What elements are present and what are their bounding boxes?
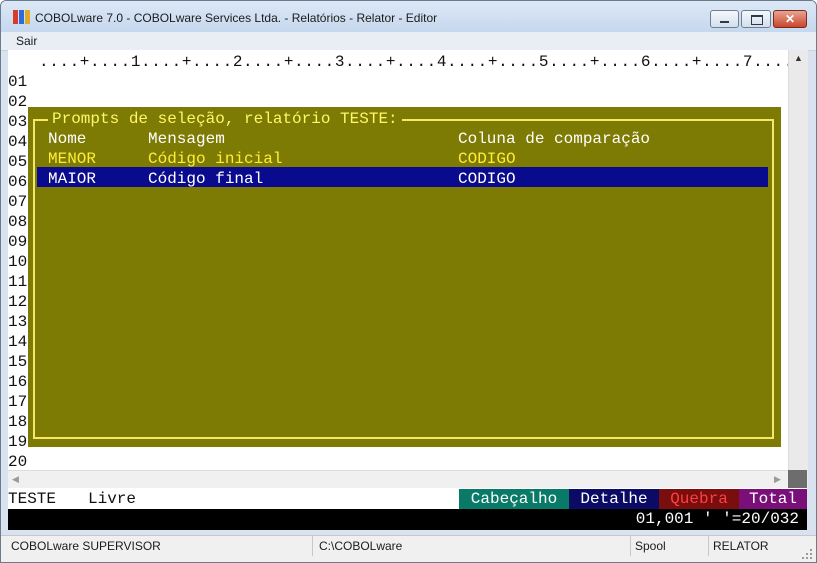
row-column: CODIGO — [458, 170, 516, 188]
status-user: COBOLware SUPERVISOR — [7, 536, 313, 556]
scroll-left-arrow-icon[interactable]: ◀ — [12, 474, 19, 485]
maximize-button[interactable] — [741, 10, 771, 28]
column-header-nome: Nome — [48, 130, 87, 148]
line-number: 14 — [8, 333, 28, 351]
line-number: 06 — [8, 173, 28, 191]
status-path: C:\COBOLware — [315, 536, 631, 556]
status-program: RELATOR — [713, 539, 769, 553]
line-number: 11 — [8, 273, 28, 291]
minimize-icon — [720, 21, 729, 23]
horizontal-scrollbar[interactable]: ◀ ▶ — [8, 470, 788, 489]
close-icon: ✕ — [784, 12, 796, 26]
line-number: 04 — [8, 133, 28, 151]
status-bar: COBOLware SUPERVISOR C:\COBOLware Spool … — [1, 535, 816, 562]
column-header-mensagem: Mensagem — [148, 130, 225, 148]
row-name: MAIOR — [48, 170, 97, 188]
row-message: Código final — [148, 170, 264, 188]
tab-detalhe[interactable]: Detalhe — [569, 489, 659, 509]
tab-cabecalho[interactable]: Cabeçalho — [459, 489, 569, 509]
row-name: MENOR — [48, 150, 97, 168]
editor-status-line: TESTE Livre Cabeçalho Detalhe Quebra Tot… — [8, 488, 807, 509]
scroll-up-arrow-icon[interactable]: ▲ — [789, 53, 808, 63]
menu-bar: Sair — [1, 32, 816, 51]
line-number: 18 — [8, 413, 28, 431]
selection-prompts-dialog: Prompts de seleção, relatório TESTE: Nom… — [28, 107, 781, 447]
line-number: 19 — [8, 433, 28, 451]
minimize-button[interactable] — [710, 10, 739, 28]
scroll-right-arrow-icon[interactable]: ▶ — [774, 474, 781, 485]
line-number: 08 — [8, 213, 28, 231]
edit-mode: Livre — [88, 490, 137, 508]
title-bar: COBOLware 7.0 - COBOLware Services Ltda.… — [1, 1, 816, 32]
report-name: TESTE — [8, 490, 57, 508]
scrollbar-corner — [788, 470, 807, 488]
close-button[interactable]: ✕ — [773, 10, 807, 28]
line-number: 15 — [8, 353, 28, 371]
column-header-coluna: Coluna de comparação — [458, 130, 651, 148]
line-number: 07 — [8, 193, 28, 211]
table-row-selected[interactable] — [37, 167, 768, 187]
line-number: 09 — [8, 233, 28, 251]
app-logo-icon — [13, 10, 30, 24]
menu-item-sair[interactable]: Sair — [16, 34, 37, 48]
application-window: COBOLware 7.0 - COBOLware Services Ltda.… — [0, 0, 817, 563]
line-number: 10 — [8, 253, 28, 271]
dialog-title: Prompts de seleção, relatório TESTE: — [48, 110, 402, 128]
vertical-scrollbar[interactable]: ▲ — [788, 50, 808, 488]
line-number: 03 — [8, 113, 28, 131]
line-number: 05 — [8, 153, 28, 171]
resize-grip-icon[interactable] — [801, 548, 813, 560]
tab-quebra[interactable]: Quebra — [659, 489, 739, 509]
cursor-info-bar: 01,001 ' '=20/032 — [8, 509, 807, 530]
line-number: 12 — [8, 293, 28, 311]
line-number: 20 — [8, 453, 28, 471]
line-number: 02 — [8, 93, 28, 111]
window-title: COBOLware 7.0 - COBOLware Services Ltda.… — [35, 11, 438, 25]
row-column: CODIGO — [458, 150, 516, 168]
line-number: 13 — [8, 313, 28, 331]
line-number: 16 — [8, 373, 28, 391]
line-number: 01 — [8, 73, 28, 91]
line-number: 17 — [8, 393, 28, 411]
cursor-position: 01,001 ' '=20/032 — [635, 510, 799, 528]
status-spool: Spool — [631, 536, 709, 556]
maximize-icon — [751, 15, 763, 25]
row-message: Código inicial — [148, 150, 283, 168]
tab-total[interactable]: Total — [739, 489, 807, 509]
column-ruler: ....+....1....+....2....+....3....+....4… — [39, 53, 805, 71]
